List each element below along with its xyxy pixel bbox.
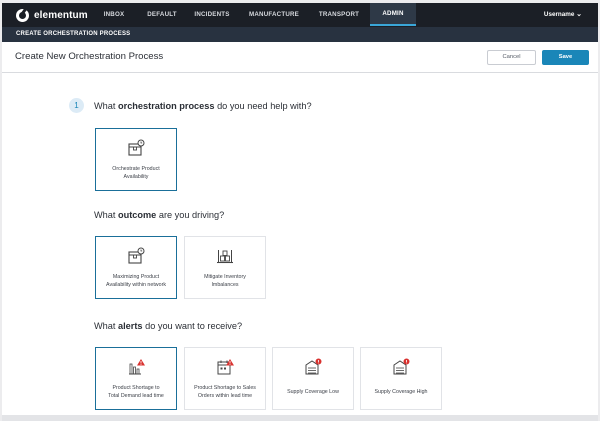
option-card-label: Orchestrate Product Availability (112, 166, 160, 180)
box-clock-icon (128, 247, 145, 264)
nav-tab-admin[interactable]: ADMIN (370, 3, 416, 26)
option-card-label: Supply Coverage High (374, 389, 428, 395)
warehouse-alert-icon (305, 358, 322, 375)
brand-name: elementum (34, 9, 88, 21)
option-card-mitigate-inventory-imbalances[interactable]: Mitigate Inventory Imbalances (184, 236, 266, 299)
nav-tab-inbox[interactable]: INBOX (88, 3, 140, 26)
page-header: Create New Orchestration Process Cancel … (2, 42, 598, 73)
option-card-label: Product Shortage to Total Demand lead ti… (108, 385, 164, 399)
step-number-badge: 1 (69, 98, 84, 113)
option-card-label: Product Shortage to Sales Orders within … (194, 385, 256, 399)
nav-tab-default[interactable]: DEFAULT (140, 3, 184, 26)
question-process: What orchestration process do you need h… (94, 101, 312, 111)
question-alerts: What alerts do you want to receive? (94, 321, 243, 331)
breadcrumb: CREATE ORCHESTRATION PROCESS (2, 26, 598, 42)
user-menu[interactable]: Username ⌄ (544, 3, 582, 26)
option-card-supply-coverage-high[interactable]: Supply Coverage High (360, 347, 442, 410)
page-title: Create New Orchestration Process (15, 51, 164, 62)
option-card-supply-coverage-low[interactable]: Supply Coverage Low (272, 347, 354, 410)
option-card-product-shortage-total-demand[interactable]: Product Shortage to Total Demand lead ti… (95, 347, 177, 410)
cancel-button[interactable]: Cancel (487, 50, 536, 65)
option-card-orchestrate-product-availability[interactable]: Orchestrate Product Availability (95, 128, 177, 191)
question-outcome: What outcome are you driving? (94, 210, 225, 220)
brand-logo[interactable]: elementum (16, 8, 88, 22)
chevron-down-icon: ⌄ (576, 11, 582, 18)
breadcrumb-current: CREATE ORCHESTRATION PROCESS (16, 31, 131, 37)
option-card-label: Maximizing Product Availability within n… (106, 274, 166, 288)
option-card-product-shortage-sales-orders[interactable]: Product Shortage to Sales Orders within … (184, 347, 266, 410)
option-card-label: Supply Coverage Low (287, 389, 339, 395)
elementum-logo-icon (16, 8, 29, 22)
top-navigation-bar: elementum INBOX DEFAULT INCIDENTS MANUFA… (2, 3, 598, 26)
pallet-icon (217, 250, 233, 264)
nav-tab-incidents[interactable]: INCIDENTS (184, 3, 240, 26)
app-frame: elementum INBOX DEFAULT INCIDENTS MANUFA… (0, 0, 600, 421)
wizard-content: 1 What orchestration process do you need… (2, 73, 598, 415)
warehouse-alert-icon (393, 358, 410, 375)
save-button[interactable]: Save (542, 50, 589, 65)
page-bottom-edge (2, 415, 598, 421)
user-name: Username (543, 11, 575, 18)
option-card-maximizing-product-availability[interactable]: Maximizing Product Availability within n… (95, 236, 177, 299)
chart-warning-icon (129, 359, 145, 375)
nav-tab-manufacture[interactable]: MANUFACTURE (240, 3, 308, 26)
nav-tab-transport[interactable]: TRANSPORT (308, 3, 370, 26)
calendar-warning-icon (217, 359, 234, 375)
box-clock-icon (128, 139, 145, 156)
option-card-label: Mitigate Inventory Imbalances (204, 274, 246, 288)
